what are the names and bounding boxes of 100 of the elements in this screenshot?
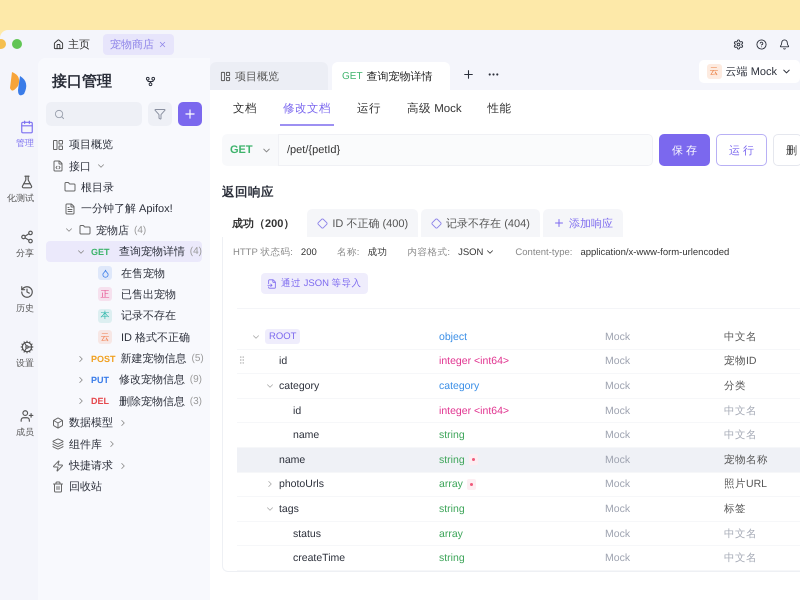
help-icon[interactable] bbox=[756, 38, 767, 50]
add-button[interactable] bbox=[178, 102, 202, 126]
tree-item[interactable]: 在售宠物 bbox=[46, 262, 202, 284]
rail-item[interactable]: 管理 bbox=[16, 120, 38, 175]
environment-select[interactable]: 云 云端 Mock bbox=[698, 60, 800, 82]
tree-item[interactable]: 云 ID 格式不正确 bbox=[46, 326, 202, 348]
item-label: 记录不存在 bbox=[121, 309, 176, 324]
endpoint-item[interactable]: DEL 删除宠物信息 (3) bbox=[46, 390, 202, 412]
endpoint-item[interactable]: POST 新建宠物信息 (5) bbox=[46, 348, 202, 370]
endpoint-item[interactable]: PUT 修改宠物信息 (9) bbox=[46, 369, 202, 391]
editor-tab[interactable]: GET 查询宠物详情 bbox=[332, 62, 450, 90]
tree-item[interactable]: 根目录 bbox=[46, 176, 202, 198]
item-label: 根目录 bbox=[81, 180, 114, 195]
bell-icon[interactable] bbox=[779, 38, 790, 50]
response-tab[interactable]: 添加响应 bbox=[542, 209, 623, 237]
field-type: object bbox=[439, 330, 468, 343]
tree-item[interactable]: 项目概览 bbox=[46, 134, 202, 156]
history-icon bbox=[20, 285, 34, 299]
field-description[interactable]: 标签 bbox=[724, 502, 800, 516]
doc-tab[interactable]: 性能 bbox=[484, 92, 515, 126]
tab-label: 主页 bbox=[68, 38, 90, 52]
response-tab[interactable]: 记录不存在 (404) bbox=[421, 209, 540, 237]
tree-item[interactable]: 数据模型 bbox=[46, 412, 202, 434]
field-type: array bbox=[439, 528, 463, 540]
field-type: integer <int64> bbox=[439, 404, 510, 417]
doc-tab[interactable]: 文档 bbox=[230, 92, 260, 126]
item-label: ID 格式不正确 bbox=[121, 330, 190, 345]
root-tag: ROOT bbox=[265, 329, 300, 344]
rail-item[interactable]: 历史 bbox=[16, 285, 38, 340]
filter-button[interactable] bbox=[148, 102, 172, 126]
action-button[interactable]: 删 bbox=[773, 134, 800, 166]
field-description[interactable]: 宠物名称 bbox=[724, 452, 800, 467]
item-label: 修改宠物信息 bbox=[118, 372, 185, 388]
save-button[interactable]: 保 存 bbox=[658, 134, 710, 166]
settings-icon[interactable] bbox=[733, 38, 744, 50]
window-tab[interactable]: 主页 bbox=[46, 34, 97, 54]
tree-item[interactable]: 本 记录不存在 bbox=[46, 305, 202, 327]
item-label: 数据模型 bbox=[69, 416, 113, 430]
tree-item[interactable]: 回收站 bbox=[46, 476, 202, 498]
section-title: 返回响应 bbox=[222, 184, 275, 201]
field-description[interactable]: 宠物ID bbox=[724, 354, 800, 368]
field-name: name bbox=[279, 454, 306, 466]
import-button[interactable]: 通过 JSON 等导入 bbox=[261, 273, 368, 294]
drag-handle-icon[interactable] bbox=[237, 354, 247, 365]
folder-icon bbox=[79, 224, 91, 236]
tree-item[interactable]: 正 已售出宠物 bbox=[46, 284, 202, 306]
tree-item[interactable]: 宠物店 (4) bbox=[46, 220, 202, 241]
doc-tab[interactable]: 高级 Mock bbox=[404, 92, 465, 126]
diamond-icon bbox=[431, 218, 442, 228]
info-value[interactable]: JSON bbox=[458, 246, 496, 258]
tree-item[interactable]: 一分钟了解 Apifox! bbox=[46, 198, 202, 220]
item-label: 新建宠物信息 bbox=[120, 352, 187, 366]
response-tab[interactable]: ID 不正确 (400) bbox=[307, 209, 418, 237]
search-icon bbox=[54, 108, 65, 120]
action-button[interactable]: 运 行 bbox=[716, 134, 767, 166]
layout-icon bbox=[220, 70, 231, 82]
endpoint-item[interactable]: GET 查询宠物详情 (4) bbox=[46, 240, 202, 262]
item-label: 快捷请求 bbox=[69, 459, 113, 474]
item-label: 接口 bbox=[69, 160, 91, 174]
field-name: tags bbox=[279, 502, 299, 515]
doc-tab[interactable]: 运行 bbox=[354, 92, 384, 126]
add-tab-icon[interactable] bbox=[462, 68, 475, 80]
item-count: (9) bbox=[190, 374, 202, 386]
add-user-icon bbox=[20, 409, 34, 423]
tab-label: 成功（200） bbox=[232, 216, 294, 230]
environment-label: 云端 Mock bbox=[726, 64, 777, 78]
tree-item[interactable]: 组件库 bbox=[46, 433, 202, 455]
field-name: id bbox=[279, 355, 288, 368]
method-label: PUT bbox=[91, 374, 110, 385]
example-badge: 云 bbox=[98, 330, 112, 344]
info-label: 内容格式: bbox=[407, 246, 450, 258]
item-label: 回收站 bbox=[69, 480, 102, 494]
rail-item[interactable]: 设置 bbox=[16, 340, 38, 395]
item-label: 查询宠物详情 bbox=[118, 244, 185, 260]
rail-item[interactable]: 分享 bbox=[16, 230, 38, 285]
maximize-light-icon[interactable] bbox=[12, 39, 22, 49]
field-description[interactable]: 照片URL bbox=[724, 477, 800, 492]
branch-icon[interactable] bbox=[145, 76, 156, 86]
diamond-icon bbox=[317, 218, 328, 228]
doc-tab[interactable]: 修改文档 bbox=[280, 92, 334, 126]
editor-tab[interactable]: 项目概览 bbox=[210, 62, 328, 90]
example-badge: 正 bbox=[98, 287, 112, 302]
close-icon[interactable] bbox=[158, 40, 167, 48]
home-icon bbox=[53, 38, 64, 50]
tab-label: 记录不存在 (404) bbox=[446, 216, 530, 230]
rail-item[interactable]: 成员 bbox=[16, 409, 38, 464]
item-count: (3) bbox=[190, 396, 202, 407]
info-value: 200 bbox=[300, 246, 317, 258]
environment-badge: 云 bbox=[706, 64, 722, 78]
tree-item[interactable]: 接口 bbox=[46, 155, 202, 177]
tree-item[interactable]: 快捷请求 bbox=[46, 454, 202, 476]
rail-item[interactable]: 化测试 bbox=[7, 175, 38, 230]
field-type: string bbox=[439, 454, 465, 466]
folder-icon bbox=[64, 181, 76, 194]
path-field[interactable]: /pet/{petId} bbox=[278, 134, 653, 166]
item-count: (4) bbox=[190, 246, 202, 258]
field-description[interactable]: 分类 bbox=[724, 378, 800, 393]
search-field[interactable] bbox=[46, 102, 142, 126]
field-description[interactable]: 中文名 bbox=[724, 330, 800, 344]
tab-label: 添加响应 bbox=[568, 216, 613, 230]
